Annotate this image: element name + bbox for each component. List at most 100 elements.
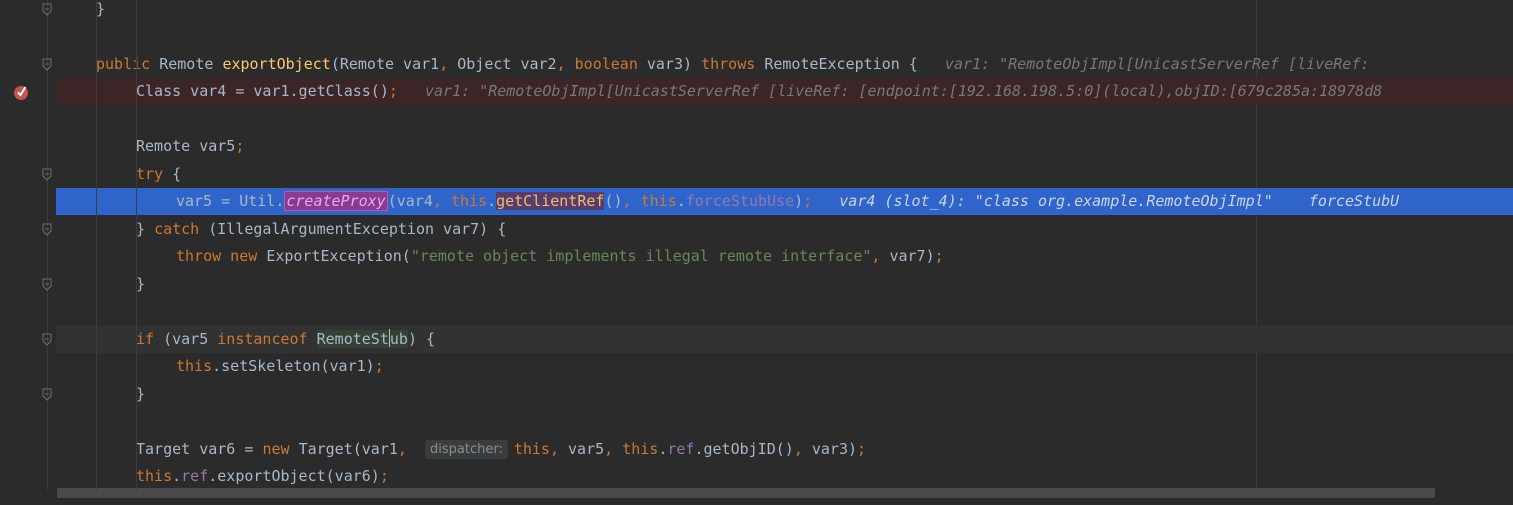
fold-marker-icon[interactable] [42,168,52,181]
code-token: , [793,440,812,458]
code-token: this [513,440,550,458]
code-token: this [640,192,677,210]
fold-marker-icon[interactable] [42,388,52,401]
code-token: Remote [159,55,223,73]
fold-marker-icon[interactable] [42,223,52,236]
code-line[interactable]: Target var6 = new Target(var1, dispatche… [56,436,1513,463]
code-token: .exportObject(var6) [208,467,380,485]
code-token: ; [934,247,944,265]
code-line[interactable] [56,298,1513,325]
code-token: (var5 [163,330,218,348]
code-content: throw new ExportException("remote object… [176,243,944,270]
code-token: .getObjID() [694,440,794,458]
code-token: ; [803,192,813,210]
code-content: var5 = Util. createProxy (var4, this.getCl… [176,188,1399,215]
code-token: , [604,440,623,458]
code-token: , [397,440,425,458]
code-token: exportObject [222,55,331,73]
code-line[interactable]: public Remote exportObject(Remote var1, … [56,51,1513,78]
fold-marker-icon[interactable] [42,333,52,346]
code-token: ) { [407,330,436,348]
code-content: this.setSkeleton(var1); [176,353,384,380]
code-line[interactable] [56,106,1513,133]
code-line[interactable]: this.setSkeleton(var1); [56,353,1513,380]
inline-debug-value: var4 (slot_4): "class org.example.Remote… [812,192,1400,210]
code-token: RemoteException { [764,55,918,73]
code-token: if [136,330,164,348]
code-token: , [556,55,575,73]
horizontal-scrollbar-thumb[interactable] [57,488,1435,498]
code-line[interactable]: Remote var5; [56,133,1513,160]
code-line[interactable] [56,408,1513,435]
code-token: , [439,55,458,73]
code-token: ; [388,82,398,100]
code-token: , [432,192,451,210]
code-token: ExportException( [266,247,411,265]
code-token: , [549,440,569,458]
code-content: Class var4 = var1.getClass(); var1: "Rem… [136,78,1382,105]
code-line[interactable]: } [56,0,1513,23]
code-line[interactable]: throw new ExportException("remote object… [56,243,1513,270]
code-token: this [622,440,659,458]
code-token: throws [701,55,765,73]
code-token: ) [794,192,804,210]
code-token: Object var2 [457,55,557,73]
code-token: } [136,385,146,403]
code-token: ref [181,467,209,485]
code-token: (var4 [387,192,433,210]
code-token: . [676,192,686,210]
code-line[interactable] [56,23,1513,50]
code-token: (Remote var1 [330,55,440,73]
code-token: this [450,192,488,210]
code-token: var7) [889,247,935,265]
code-content: } [136,271,145,298]
code-token: this [176,357,213,375]
code-token: Class var4 = var1.getClass() [136,82,389,100]
code-token: throw new [176,247,267,265]
code-token: . [172,467,182,485]
breakpoint-line[interactable]: Class var4 = var1.getClass(); var1: "Rem… [56,78,1513,105]
gutter-divider [47,0,48,505]
code-token: forceStubUse [685,192,795,210]
code-token: catch [154,220,209,238]
fold-marker-icon[interactable] [42,58,52,71]
code-token: instanceof [217,330,317,348]
execution-point-line[interactable]: var5 = Util. createProxy (var4, this.getCl… [56,188,1513,215]
code-line[interactable]: try { [56,161,1513,188]
code-token: ref [667,440,695,458]
code-line[interactable]: if (var5 instanceof RemoteStub) { [56,326,1513,353]
code-token: new [262,440,299,458]
code-content: this.ref.exportObject(var6); [136,463,389,490]
parameter-hint: dispatcher: [425,440,508,459]
code-token: var5 [568,440,605,458]
code-content: public Remote exportObject(Remote var1, … [96,51,1378,78]
code-line[interactable]: } [56,271,1513,298]
code-token: public [96,55,160,73]
code-content: } catch (IllegalArgumentException var7) … [136,216,506,243]
code-token: var3) [811,440,858,458]
code-token: () [604,192,623,210]
code-token: } [96,0,106,18]
code-token: ; [374,357,384,375]
code-token: } [136,275,146,293]
code-line[interactable]: this.ref.exportObject(var6); [56,463,1513,490]
code-content: } [96,0,105,23]
fold-marker-icon[interactable] [42,3,52,16]
code-content: } [136,381,145,408]
code-content: Remote var5; [136,133,244,160]
fold-marker-icon[interactable] [42,278,52,291]
code-line[interactable]: } [56,381,1513,408]
code-line[interactable]: } catch (IllegalArgumentException var7) … [56,216,1513,243]
code-token: ; [857,440,867,458]
code-token: boolean [574,55,647,73]
code-token: { [172,165,182,183]
code-token: ; [235,137,245,155]
code-token: getClientRef [496,192,605,210]
code-token: . [487,192,497,210]
code-content: if (var5 instanceof RemoteStub) { [136,326,435,353]
breakpoint-check-icon[interactable] [12,83,30,101]
code-token: ; [379,467,389,485]
code-token: createProxy [284,191,388,211]
code-token: , [622,192,641,210]
code-content: try { [136,161,181,188]
